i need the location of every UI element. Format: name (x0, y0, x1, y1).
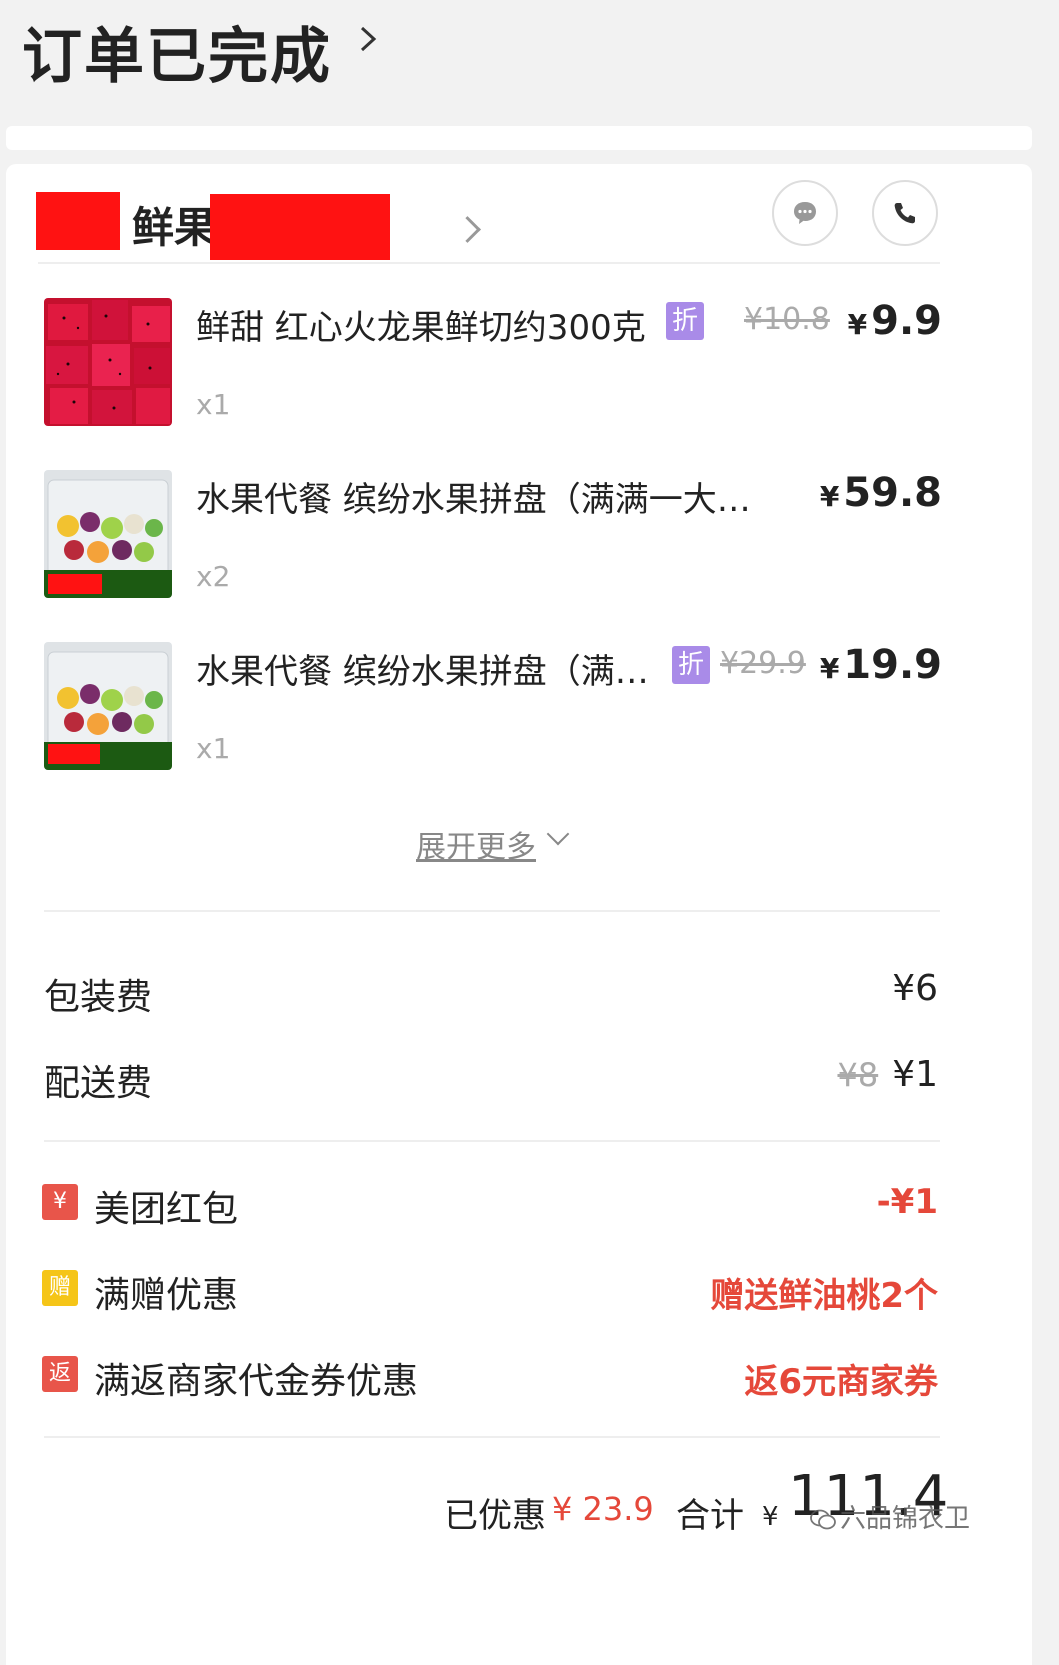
watermark-text: 六品锦衣卫 (840, 1504, 971, 1534)
order-status-header[interactable]: 订单已完成 (0, 0, 1059, 120)
discount-value: 赠送鲜油桃2个 (710, 1276, 938, 1316)
saved-amount: ¥ 23.9 (552, 1490, 654, 1528)
order-item-row[interactable]: 水果代餐 缤纷水果拼盘（满… 折 ¥29.9 ¥19.9 x1 (44, 642, 1004, 774)
red-packet-icon: ¥ (42, 1184, 78, 1220)
redacted-block (36, 192, 120, 250)
fruit-platter-image (44, 642, 172, 770)
discount-label: 美团红包 (94, 1189, 239, 1230)
gift-icon: 赠 (42, 1270, 78, 1306)
price-symbol: ¥ (819, 652, 840, 685)
shop-chevron-icon (454, 216, 481, 243)
shop-name: 鲜果 (132, 203, 217, 252)
price-symbol: ¥ (819, 480, 840, 513)
dragon-fruit-image (44, 298, 172, 426)
price-value: 59.8 (843, 470, 942, 516)
discount-tag: 折 (672, 646, 710, 684)
packaging-fee-value: ¥6 (892, 968, 938, 1009)
price-value: 9.9 (871, 298, 942, 344)
divider (44, 1140, 940, 1142)
order-detail-card: 鲜果 鲜甜 红心火龙果鲜切约300克 折 ¥10.8 ¥ 9.9 x1 水果代餐… (6, 164, 1032, 1665)
discount-label: 满返商家代金券优惠 (94, 1361, 419, 1402)
divider (44, 1436, 940, 1438)
original-price: ¥10.8 (744, 302, 830, 337)
phone-icon (894, 203, 915, 224)
watermark: 六品锦衣卫 (810, 1498, 970, 1535)
shop-header[interactable]: 鲜果 (36, 184, 1006, 264)
item-quantity: x1 (196, 388, 231, 421)
status-card-strip (6, 126, 1032, 150)
total-label: 合计 (676, 1496, 744, 1536)
chevron-down-icon[interactable] (546, 822, 570, 846)
discount-label: 满赠优惠 (94, 1275, 239, 1316)
price-symbol: ¥ (847, 308, 868, 341)
item-price: ¥19.9 (820, 642, 942, 688)
redacted-block (210, 194, 390, 260)
rebate-icon: 返 (42, 1356, 78, 1392)
delivery-fee-value: ¥8 ¥1 (837, 1054, 938, 1095)
saved-label: 已优惠 (444, 1496, 546, 1536)
original-price: ¥29.9 (720, 646, 806, 681)
price-value: 19.9 (843, 642, 942, 688)
fruit-platter-image (44, 470, 172, 598)
discount-value: -¥1 (876, 1182, 938, 1222)
call-button[interactable] (872, 180, 938, 246)
product-name: 水果代餐 缤纷水果拼盘（满… (196, 652, 649, 692)
item-quantity: x1 (196, 732, 231, 765)
divider (44, 910, 940, 912)
item-price: ¥59.8 (820, 470, 942, 516)
item-price: ¥9.9 (848, 298, 942, 344)
delivery-fee-actual: ¥1 (892, 1054, 938, 1095)
chat-button[interactable] (772, 180, 838, 246)
product-name: 鲜甜 红心火龙果鲜切约300克 (196, 308, 646, 348)
expand-more-link[interactable]: 展开更多 (416, 822, 536, 866)
order-status-title: 订单已完成 (22, 22, 332, 92)
chat-bubble-icon (794, 202, 816, 224)
delivery-fee-original: ¥8 (837, 1056, 879, 1094)
packaging-fee-label: 包装费 (44, 977, 153, 1018)
discount-tag: 折 (666, 302, 704, 340)
order-item-row[interactable]: 鲜甜 红心火龙果鲜切约300克 折 ¥10.8 ¥9.9 x1 (44, 298, 1004, 430)
total-currency: ¥ (762, 1502, 779, 1532)
divider (38, 262, 940, 264)
delivery-fee-label: 配送费 (44, 1063, 153, 1104)
wechat-icon (810, 1509, 836, 1529)
product-name: 水果代餐 缤纷水果拼盘（满满一大… (196, 480, 751, 520)
item-quantity: x2 (196, 560, 231, 593)
discount-value: 返6元商家券 (744, 1362, 938, 1402)
chevron-right-icon (360, 26, 377, 52)
order-item-row[interactable]: 水果代餐 缤纷水果拼盘（满满一大… ¥59.8 x2 (44, 470, 1004, 602)
